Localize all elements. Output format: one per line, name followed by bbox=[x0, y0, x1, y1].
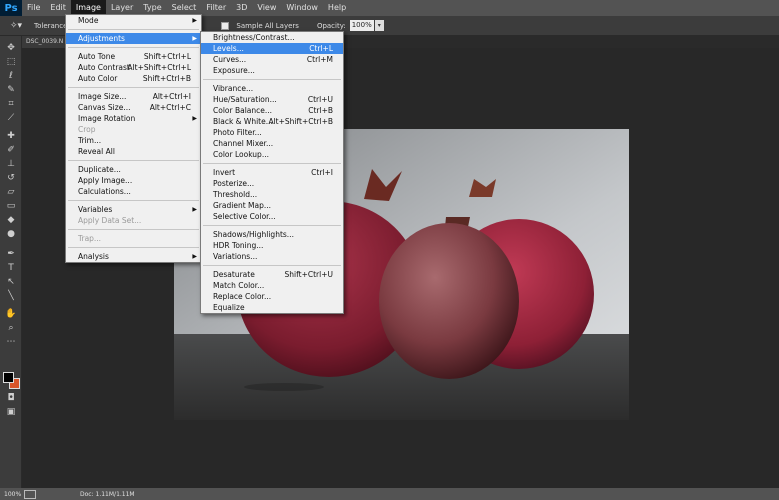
crop-tool-icon[interactable]: ⌗ bbox=[3, 98, 19, 111]
menu-item-canvas-size[interactable]: Canvas Size... Alt+Ctrl+C bbox=[66, 102, 201, 113]
status-bar: 100% Doc: 1.11M/1.11M bbox=[0, 488, 779, 500]
shape-tool-icon[interactable]: ╲ bbox=[3, 290, 19, 303]
menu-window[interactable]: Window bbox=[281, 0, 323, 16]
menu-item-shadows-highlights[interactable]: Shadows/Highlights... bbox=[201, 229, 343, 240]
menu-item-threshold[interactable]: Threshold... bbox=[201, 189, 343, 200]
menu-item-channel-mixer[interactable]: Channel Mixer... bbox=[201, 138, 343, 149]
quick-mask-icon[interactable]: ◘ bbox=[3, 392, 19, 405]
marquee-tool-icon[interactable]: ⬚ bbox=[3, 56, 19, 69]
opacity-label: Opacity: bbox=[316, 21, 346, 30]
quick-select-tool-icon[interactable]: ✎ bbox=[3, 84, 19, 97]
dodge-tool-icon[interactable]: ● bbox=[3, 228, 19, 241]
menu-item-color-balance[interactable]: Color Balance... Ctrl+B bbox=[201, 105, 343, 116]
image-menu: Mode ▶ Adjustments ▶ Auto Tone Shift+Ctrl+L… bbox=[65, 14, 202, 263]
foreground-color-swatch[interactable] bbox=[3, 372, 14, 383]
type-tool-icon[interactable]: T bbox=[3, 262, 19, 275]
sample-all-layers-label: Sample All Layers bbox=[236, 21, 299, 30]
move-tool-icon[interactable]: ✥ bbox=[3, 42, 19, 55]
menu-view[interactable]: View bbox=[252, 0, 281, 16]
menu-item-crop: Crop bbox=[78, 125, 96, 134]
menu-item-curves[interactable]: Curves... Ctrl+M bbox=[201, 54, 343, 65]
zoom-tool-icon[interactable]: ⌕ bbox=[3, 322, 19, 335]
menu-item-trap: Trap... bbox=[78, 234, 102, 243]
tools-panel: ✥ ⬚ ℓ ✎ ⌗ ⟋ ✚ ✐ ⊥ ↺ ▱ ▭ ◆ ● ✒ T ↖ ╲ ✋ ⌕ … bbox=[0, 36, 22, 488]
menu-item-selective-color[interactable]: Selective Color... bbox=[201, 211, 343, 222]
ps-logo: Ps bbox=[0, 0, 22, 16]
menu-filter[interactable]: Filter bbox=[201, 0, 231, 16]
adjustments-submenu: Brightness/Contrast... Levels... Ctrl+L C… bbox=[200, 31, 344, 314]
menu-item-reveal-all[interactable]: Reveal All bbox=[66, 146, 201, 157]
healing-brush-tool-icon[interactable]: ✚ bbox=[3, 130, 19, 143]
menu-item-auto-color[interactable]: Auto Color Shift+Ctrl+B bbox=[66, 73, 201, 84]
menu-item-brightness-contrast[interactable]: Brightness/Contrast... bbox=[201, 32, 343, 43]
sample-all-layers-checkbox[interactable] bbox=[221, 21, 230, 30]
menu-item-invert[interactable]: Invert Ctrl+I bbox=[201, 167, 343, 178]
magic-wand-icon[interactable]: ✧▾ bbox=[0, 21, 30, 31]
menu-item-image-size[interactable]: Image Size... Alt+Ctrl+I bbox=[66, 91, 201, 102]
menu-item-auto-tone[interactable]: Auto Tone Shift+Ctrl+L bbox=[66, 51, 201, 62]
more-tools-icon[interactable]: ⋯ bbox=[3, 336, 19, 349]
menu-item-color-lookup[interactable]: Color Lookup... bbox=[201, 149, 343, 160]
menu-item-photo-filter[interactable]: Photo Filter... bbox=[201, 127, 343, 138]
menu-item-calculations[interactable]: Calculations... bbox=[66, 186, 201, 197]
opacity-input[interactable]: 100% bbox=[349, 20, 374, 31]
menu-file[interactable]: File bbox=[22, 0, 45, 16]
menu-item-adjustments[interactable]: Adjustments ▶ bbox=[66, 33, 201, 44]
pen-tool-icon[interactable]: ✒ bbox=[3, 248, 19, 261]
doc-size: Doc: 1.11M/1.11M bbox=[80, 490, 135, 498]
menu-item-exposure[interactable]: Exposure... bbox=[201, 65, 343, 76]
menu-item-replace-color[interactable]: Replace Color... bbox=[201, 291, 343, 302]
history-brush-tool-icon[interactable]: ↺ bbox=[3, 172, 19, 185]
eraser-tool-icon[interactable]: ▱ bbox=[3, 186, 19, 199]
zoom-level[interactable]: 100% bbox=[0, 491, 24, 498]
menu-item-mode[interactable]: Mode ▶ bbox=[66, 15, 201, 26]
screen-mode-icon[interactable]: ▣ bbox=[3, 406, 19, 419]
photoshop-window: Ps File Edit Image Layer Type Select Fil… bbox=[0, 0, 779, 500]
lasso-tool-icon[interactable]: ℓ bbox=[3, 70, 19, 83]
menu-item-match-color[interactable]: Match Color... bbox=[201, 280, 343, 291]
brush-tool-icon[interactable]: ✐ bbox=[3, 144, 19, 157]
menu-item-variations[interactable]: Variations... bbox=[201, 251, 343, 262]
menu-item-black-white[interactable]: Black & White... Alt+Shift+Ctrl+B bbox=[201, 116, 343, 127]
hand-tool-icon[interactable]: ✋ bbox=[3, 308, 19, 321]
status-info-icon bbox=[24, 489, 36, 499]
menu-item-hdr-toning[interactable]: HDR Toning... bbox=[201, 240, 343, 251]
menu-item-hue-saturation[interactable]: Hue/Saturation... Ctrl+U bbox=[201, 94, 343, 105]
menu-item-trim[interactable]: Trim... bbox=[66, 135, 201, 146]
menu-item-levels[interactable]: Levels... Ctrl+L bbox=[201, 43, 343, 54]
clone-stamp-tool-icon[interactable]: ⊥ bbox=[3, 158, 19, 171]
gradient-tool-icon[interactable]: ▭ bbox=[3, 200, 19, 213]
menu-item-auto-contrast[interactable]: Auto Contrast Alt+Shift+Ctrl+L bbox=[66, 62, 201, 73]
blur-tool-icon[interactable]: ◆ bbox=[3, 214, 19, 227]
document-tab[interactable]: DSC_0039.N bbox=[22, 36, 68, 48]
menu-item-duplicate[interactable]: Duplicate... bbox=[66, 164, 201, 175]
menu-item-apply-data-set: Apply Data Set... bbox=[78, 216, 142, 225]
menu-item-analysis[interactable]: Analysis ▶ bbox=[66, 251, 201, 262]
menu-item-apply-image[interactable]: Apply Image... bbox=[66, 175, 201, 186]
menu-item-image-rotation[interactable]: Image Rotation ▶ bbox=[66, 113, 201, 124]
path-select-tool-icon[interactable]: ↖ bbox=[3, 276, 19, 289]
eyedropper-tool-icon[interactable]: ⟋ bbox=[3, 112, 19, 125]
menu-3d[interactable]: 3D bbox=[231, 0, 252, 16]
menu-item-equalize[interactable]: Equalize bbox=[201, 302, 343, 313]
menu-help[interactable]: Help bbox=[323, 0, 351, 16]
opacity-dropdown-icon[interactable]: ▾ bbox=[374, 20, 384, 31]
menu-item-vibrance[interactable]: Vibrance... bbox=[201, 83, 343, 94]
menu-item-desaturate[interactable]: Desaturate Shift+Ctrl+U bbox=[201, 269, 343, 280]
menu-item-variables[interactable]: Variables ▶ bbox=[66, 204, 201, 215]
menu-item-posterize[interactable]: Posterize... bbox=[201, 178, 343, 189]
menu-item-gradient-map[interactable]: Gradient Map... bbox=[201, 200, 343, 211]
